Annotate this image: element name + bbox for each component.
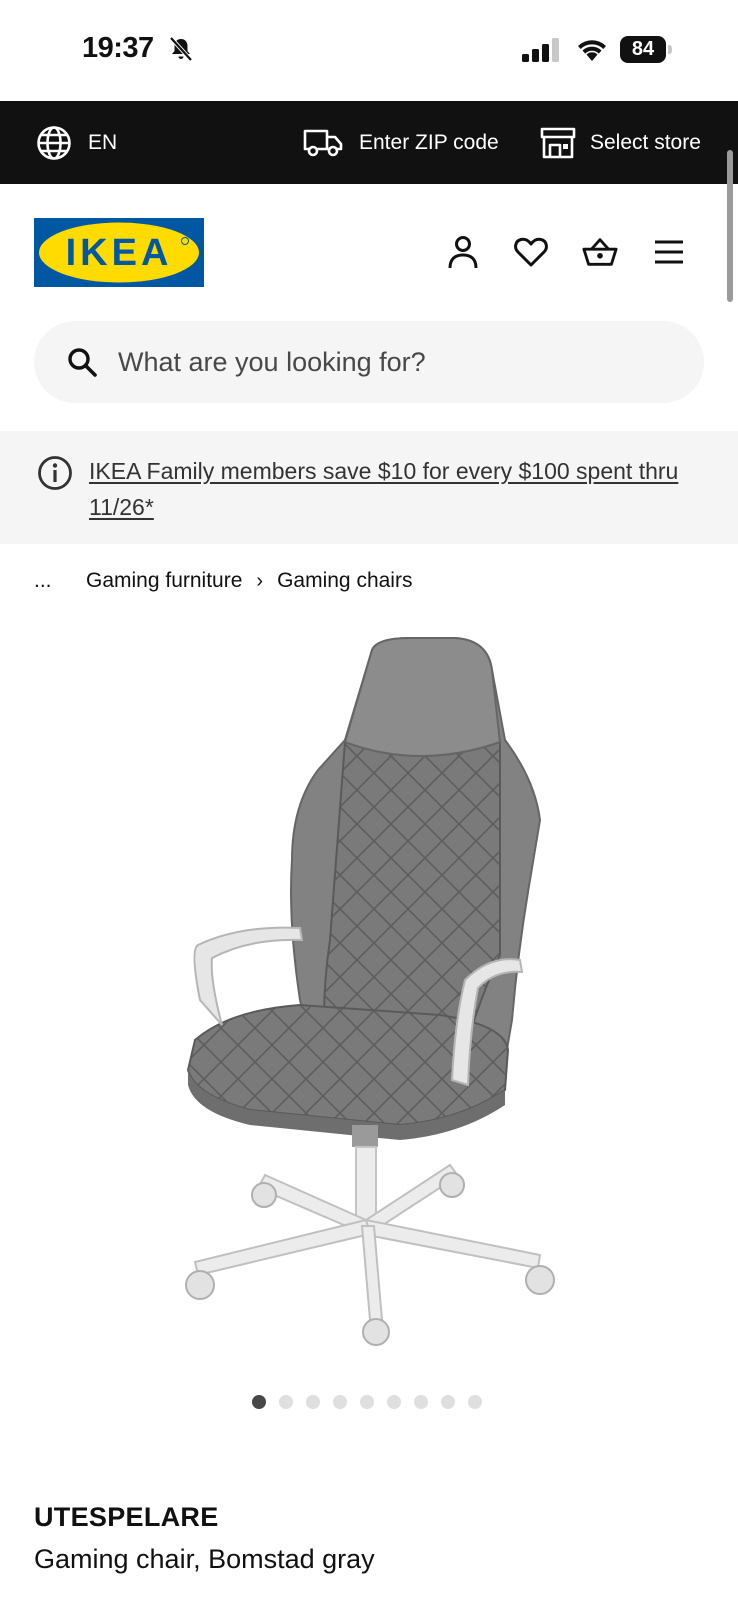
favorites-button[interactable]: [513, 234, 549, 270]
carousel-dot[interactable]: [252, 1395, 266, 1409]
carousel-dot[interactable]: [279, 1395, 293, 1409]
product-name: UTESPELARE: [34, 1502, 219, 1532]
site-header: IKEA: [0, 184, 738, 314]
image-carousel-dots: [252, 1395, 482, 1409]
account-icon: [448, 236, 478, 269]
cellular-signal-icon: [522, 38, 559, 62]
product-image[interactable]: [0, 620, 738, 1380]
battery-indicator: 84: [620, 36, 672, 63]
menu-icon: [655, 240, 683, 264]
status-time: 19:37: [82, 32, 154, 64]
select-store-label: Select store: [590, 130, 701, 154]
carousel-dot[interactable]: [441, 1395, 455, 1409]
product-description: Gaming chair, Bomstad gray: [34, 1544, 375, 1574]
promo-link[interactable]: IKEA Family members save $10 for every $…: [89, 453, 699, 525]
carousel-dot[interactable]: [414, 1395, 428, 1409]
zip-code-button[interactable]: Enter ZIP code: [303, 101, 499, 184]
scrollbar[interactable]: [727, 150, 733, 302]
heart-icon: [514, 237, 548, 267]
utility-bar: EN Enter ZIP code Select store: [0, 101, 738, 184]
carousel-dot[interactable]: [468, 1395, 482, 1409]
breadcrumb-ellipsis[interactable]: ...: [34, 569, 86, 593]
select-store-button[interactable]: Select store: [540, 101, 701, 184]
breadcrumb: ... Gaming furniture › Gaming chairs: [34, 566, 412, 596]
search-icon: [68, 348, 97, 377]
promo-banner: IKEA Family members save $10 for every $…: [0, 431, 738, 544]
breadcrumb-separator: ›: [256, 569, 264, 592]
zip-code-label: Enter ZIP code: [359, 130, 499, 154]
cart-button[interactable]: [582, 234, 618, 270]
info-icon: [38, 456, 72, 490]
breadcrumb-item-gaming-chairs[interactable]: Gaming chairs: [277, 569, 412, 593]
logo-text: IKEA: [66, 232, 173, 274]
battery-level: 84: [620, 36, 666, 63]
search-bar[interactable]: [34, 321, 704, 403]
status-bar: 19:37 84: [0, 0, 738, 101]
delivery-truck-icon: [303, 129, 343, 156]
language-label: EN: [88, 130, 118, 154]
carousel-dot[interactable]: [360, 1395, 374, 1409]
language-selector[interactable]: EN: [36, 101, 117, 184]
wifi-icon: [578, 40, 606, 61]
globe-icon: [37, 125, 71, 160]
carousel-dot[interactable]: [333, 1395, 347, 1409]
bell-muted-icon: [169, 36, 193, 62]
basket-icon: [582, 238, 618, 266]
ikea-logo[interactable]: IKEA: [34, 218, 204, 287]
battery-tip: [668, 45, 672, 54]
carousel-dot[interactable]: [387, 1395, 401, 1409]
account-button[interactable]: [445, 234, 481, 270]
menu-button[interactable]: [651, 234, 687, 270]
breadcrumb-item-gaming-furniture[interactable]: Gaming furniture: [86, 569, 242, 593]
carousel-dot[interactable]: [306, 1395, 320, 1409]
search-input[interactable]: [118, 346, 678, 378]
store-icon: [540, 127, 576, 158]
